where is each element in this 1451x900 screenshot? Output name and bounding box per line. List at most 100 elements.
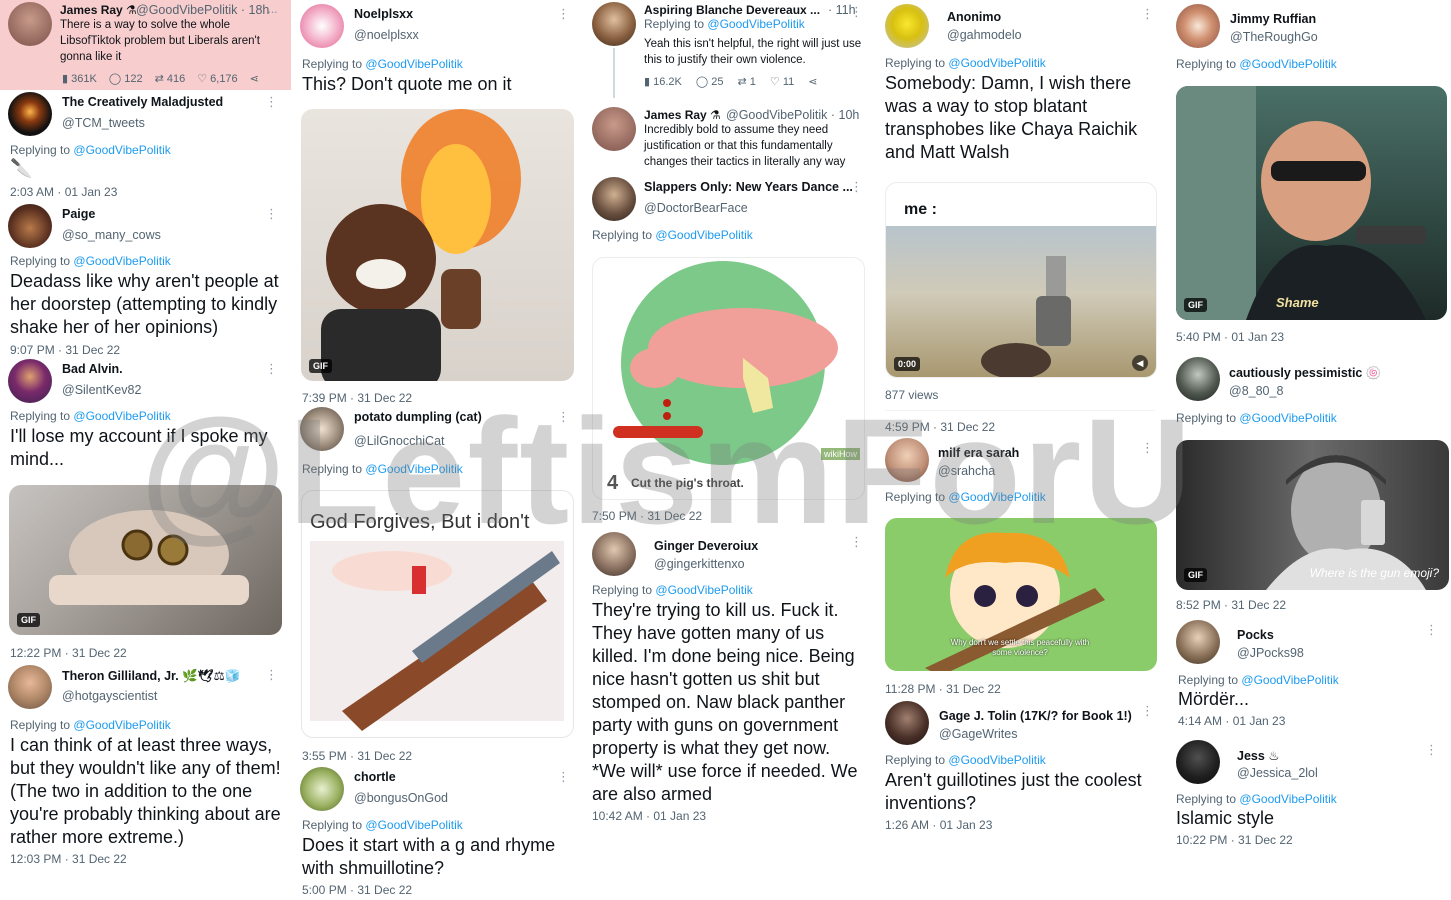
author-handle[interactable]: @hotgayscientist xyxy=(62,689,157,703)
more-dots-icon[interactable]: ⋮ xyxy=(557,409,570,425)
retweet-stat[interactable]: ⇄ 1 xyxy=(738,75,756,88)
more-dots-icon[interactable]: ⋮ xyxy=(1141,6,1154,22)
avatar[interactable] xyxy=(1176,4,1220,48)
share-icon[interactable]: ⋖ xyxy=(808,75,817,88)
author-handle[interactable]: @JPocks98 xyxy=(1237,646,1304,660)
author-name[interactable]: James Ray ⚗ xyxy=(60,3,137,17)
more-dots-icon[interactable]: ⋮ xyxy=(265,361,278,377)
more-dots-icon[interactable]: ⋮ xyxy=(850,4,863,20)
avatar[interactable] xyxy=(8,665,52,709)
author-name[interactable]: Jess ♨ xyxy=(1237,748,1280,763)
tweet[interactable]: Paige @so_many_cows ⋮ Replying to @GoodV… xyxy=(0,202,291,358)
retweet-stat[interactable]: ⇄ 416 xyxy=(155,72,186,85)
avatar[interactable] xyxy=(592,177,636,221)
author-handle[interactable]: @SilentKev82 xyxy=(62,383,141,397)
author-name[interactable]: Theron Gilliland, Jr. 🌿🕊⚖🧊 xyxy=(62,668,240,684)
timestamp[interactable]: 11:28 PM · 31 Dec 22 xyxy=(885,682,1001,696)
author-name[interactable]: Pocks xyxy=(1237,628,1274,642)
mention-link[interactable]: @GoodVibePolitik xyxy=(948,753,1045,767)
avatar[interactable] xyxy=(300,407,344,451)
author-name[interactable]: The Creatively Maladjusted xyxy=(62,95,223,109)
tweet[interactable]: Jimmy Ruffian @TheRoughGo Replying to @G… xyxy=(1168,0,1451,350)
tweet[interactable]: Aspiring Blanche Devereaux ... · 11h ⋮ R… xyxy=(584,0,876,100)
avatar[interactable] xyxy=(300,4,344,48)
mention-link[interactable]: @GoodVibePolitik xyxy=(73,143,170,157)
timestamp[interactable]: 7:50 PM · 31 Dec 22 xyxy=(592,509,702,523)
author-handle[interactable]: @GageWrites xyxy=(939,727,1017,741)
like-stat[interactable]: ♡ 11 xyxy=(770,75,794,88)
avatar[interactable] xyxy=(1176,357,1220,401)
timestamp[interactable]: 8:52 PM · 31 Dec 22 xyxy=(1176,598,1286,612)
tweet-image[interactable]: 4 Cut the pig's throat. wikiHow xyxy=(592,257,865,500)
more-dots-icon[interactable]: ⋮ xyxy=(850,534,863,550)
avatar[interactable] xyxy=(592,2,636,46)
author-name[interactable]: cautiously pessimistic 🍥 xyxy=(1229,366,1381,381)
author-handle[interactable]: @DoctorBearFace xyxy=(644,201,748,215)
avatar[interactable] xyxy=(885,701,929,745)
mention-link[interactable]: @GoodVibePolitik xyxy=(73,409,170,423)
reply-stat[interactable]: ◯ 25 xyxy=(696,75,724,88)
tweet-gif[interactable]: GIF xyxy=(301,109,574,381)
mention-link[interactable]: @GoodVibePolitik xyxy=(365,57,462,71)
author-name[interactable]: chortle xyxy=(354,770,396,784)
more-dots-icon[interactable]: ⋮ xyxy=(265,667,278,683)
mention-link[interactable]: @GoodVibePolitik xyxy=(948,490,1045,504)
more-dots-icon[interactable]: ⋮ xyxy=(850,179,863,195)
timestamp[interactable]: 5:40 PM · 01 Jan 23 xyxy=(1176,330,1284,344)
mention-link[interactable]: @GoodVibePolitik xyxy=(1239,57,1336,71)
avatar[interactable] xyxy=(8,204,52,248)
author-name[interactable]: Paige xyxy=(62,207,95,221)
share-icon[interactable]: ⋖ xyxy=(250,72,259,85)
tweet[interactable]: milf era sarah @srahcha ⋮ Replying to @G… xyxy=(877,436,1167,698)
more-dots-icon[interactable]: ⋮ xyxy=(557,769,570,785)
timestamp[interactable]: 10:42 AM · 01 Jan 23 xyxy=(592,809,706,823)
avatar[interactable] xyxy=(8,2,52,46)
more-dots-icon[interactable]: ⋮ xyxy=(1141,440,1154,456)
author-name[interactable]: Jimmy Ruffian xyxy=(1230,12,1316,26)
timestamp[interactable]: 1:26 AM · 01 Jan 23 xyxy=(885,818,992,832)
timestamp[interactable]: 9:07 PM · 31 Dec 22 xyxy=(10,343,120,357)
author-handle[interactable]: @bongusOnGod xyxy=(354,791,448,805)
tweet[interactable]: Theron Gilliland, Jr. 🌿🕊⚖🧊 @hotgayscient… xyxy=(0,662,291,900)
timestamp[interactable]: 7:39 PM · 31 Dec 22 xyxy=(302,391,412,405)
author-name[interactable]: milf era sarah xyxy=(938,446,1019,460)
author-name[interactable]: potato dumpling (cat) xyxy=(354,410,482,424)
author-name[interactable]: Slappers Only: New Years Dance ... xyxy=(644,180,853,194)
avatar[interactable] xyxy=(8,359,52,403)
more-dots-icon[interactable]: ⋮ xyxy=(1141,703,1154,719)
avatar[interactable] xyxy=(592,532,636,576)
tweet[interactable]: Pocks @JPocks98 ⋮ Replying to @GoodVibeP… xyxy=(1168,618,1451,736)
mention-link[interactable]: @GoodVibePolitik xyxy=(73,254,170,268)
author-handle[interactable]: @srahcha xyxy=(938,464,995,478)
tweet[interactable]: Jess ♨ @Jessica_2lol ⋮ Replying to @Good… xyxy=(1168,738,1451,900)
author-handle[interactable]: @TCM_tweets xyxy=(62,116,145,130)
more-dots-icon[interactable]: ⋮ xyxy=(265,94,278,110)
avatar[interactable] xyxy=(592,107,636,151)
author-handle[interactable]: @noelplsxx xyxy=(354,28,419,42)
author-handle[interactable]: @Jessica_2lol xyxy=(1237,766,1318,780)
more-dots-icon[interactable]: ⋮ xyxy=(265,206,278,222)
timestamp[interactable]: 5:00 PM · 31 Dec 22 xyxy=(302,883,412,897)
avatar[interactable] xyxy=(885,438,929,482)
author-handle[interactable]: @gingerkittenxo xyxy=(654,557,745,571)
author-name[interactable]: Aspiring Blanche Devereaux ... xyxy=(644,3,820,17)
avatar[interactable] xyxy=(885,4,929,48)
avatar[interactable] xyxy=(1176,620,1220,664)
avatar[interactable] xyxy=(300,767,344,811)
views-stat[interactable]: ▮ 16.2K xyxy=(644,75,682,88)
author-handle[interactable]: @gahmodelo xyxy=(947,28,1022,42)
mention-link[interactable]: @GoodVibePolitik xyxy=(365,462,462,476)
more-dots-icon[interactable]: ⋮ xyxy=(557,6,570,22)
timestamp[interactable]: 4:14 AM · 01 Jan 23 xyxy=(1178,714,1285,728)
mention-link[interactable]: @GoodVibePolitik xyxy=(948,56,1045,70)
tweet[interactable]: Gage J. Tolin (17K/? for Book 1!) @GageW… xyxy=(877,698,1167,900)
tweet[interactable]: Noelplsxx @noelplsxx ⋮ Replying to @Good… xyxy=(292,0,583,405)
timestamp[interactable]: 3:55 PM · 31 Dec 22 xyxy=(302,749,412,763)
author-name[interactable]: Noelplsxx xyxy=(354,7,413,21)
mention-link[interactable]: @GoodVibePolitik xyxy=(655,583,752,597)
tweet[interactable]: Slappers Only: New Years Dance ... @Doct… xyxy=(584,175,876,523)
author-handle[interactable]: @LilGnocchiCat xyxy=(354,434,445,448)
author-handle[interactable]: @8_80_8 xyxy=(1229,384,1283,398)
tweet-image[interactable]: Why don't we settle this peacefully with… xyxy=(885,518,1157,671)
tweet[interactable]: chortle @bongusOnGod ⋮ Replying to @Good… xyxy=(292,765,583,900)
